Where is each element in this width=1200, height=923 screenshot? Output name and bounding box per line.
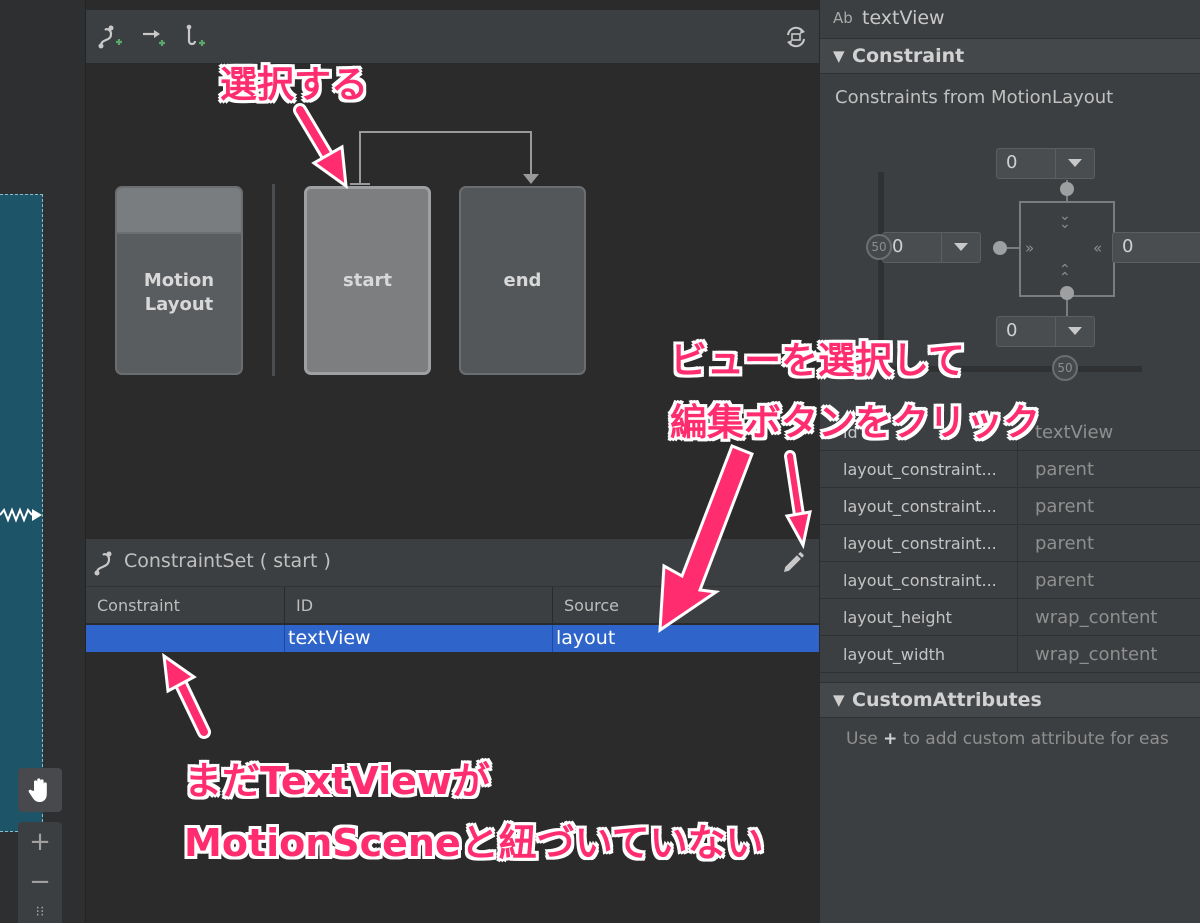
annotation-arrows bbox=[162, 103, 812, 739]
annotation-not-linked-1: まだTextViewが bbox=[184, 759, 490, 803]
annotation-select-view: ビューを選択して bbox=[670, 339, 965, 382]
arrow-to-source-cell bbox=[658, 444, 754, 633]
annotation-not-linked-2: MotionSceneと紐づいていない bbox=[184, 821, 764, 865]
arrow-to-edit-button bbox=[784, 450, 812, 550]
annotation-click-edit: 編集ボタンをクリック bbox=[670, 401, 1040, 444]
arrow-to-constraint-cell bbox=[162, 652, 211, 739]
annotation-select: 選択する bbox=[220, 63, 368, 106]
arrow-to-start-card bbox=[293, 103, 348, 190]
